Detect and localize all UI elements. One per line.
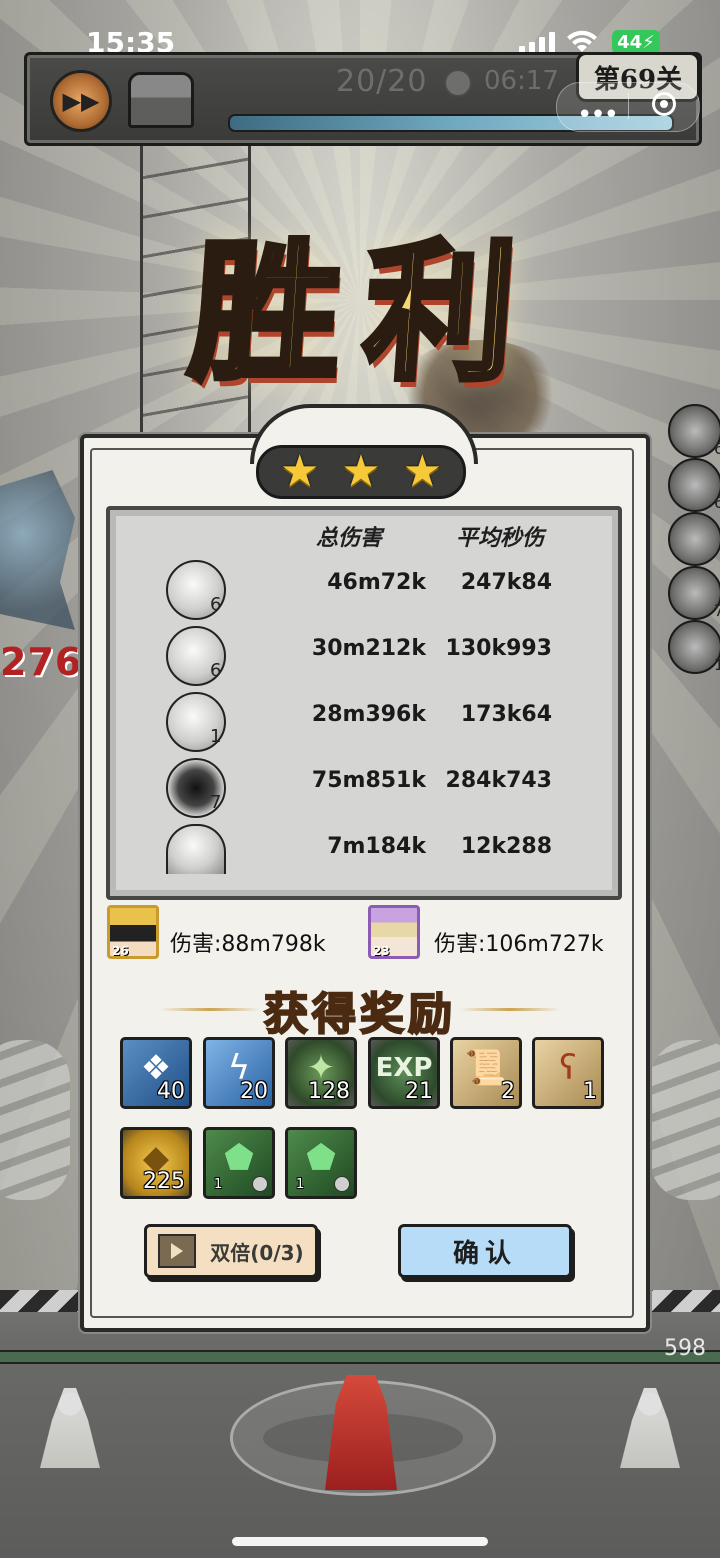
total-damage: 28m396k bbox=[311, 702, 426, 727]
hero-avatar-2: 23 bbox=[368, 905, 420, 959]
video-ad-icon bbox=[158, 1234, 197, 1268]
hero-damage: 伤害:88m798k bbox=[170, 932, 326, 957]
skill-level: 6 bbox=[210, 660, 222, 681]
side-skill-lightning: 1 bbox=[668, 620, 720, 674]
reward-qty: 1 bbox=[214, 1177, 223, 1192]
star-icon: ★ bbox=[341, 446, 381, 497]
home-indicator[interactable] bbox=[232, 1537, 488, 1546]
battery-level: 44 bbox=[617, 31, 643, 53]
confirm-label: 确认 bbox=[452, 1238, 517, 1269]
side-skill-level: 6 bbox=[713, 493, 720, 512]
enemy-count: 598 bbox=[664, 1336, 706, 1361]
total-damage: 7m184k bbox=[327, 834, 426, 859]
reward-qty: 20 bbox=[240, 1079, 268, 1104]
floating-damage-number: 276 bbox=[0, 640, 83, 684]
battery-indicator: 44 ⚡ bbox=[612, 30, 660, 54]
total-damage: 75m851k bbox=[311, 768, 426, 793]
reward-qty: 2 bbox=[501, 1079, 515, 1104]
avg-dps: 284k743 bbox=[445, 768, 552, 793]
total-damage: 30m212k bbox=[311, 636, 426, 661]
fast-forward-icon: ▶▶ bbox=[62, 87, 100, 115]
hero-level: 23 bbox=[373, 944, 390, 958]
reward-item[interactable]: 📜 2 bbox=[450, 1037, 522, 1109]
table-row: 7m184k 12k288 bbox=[106, 820, 614, 886]
double-reward-label: 双倍(0/3) bbox=[210, 1240, 304, 1265]
signal-icon bbox=[519, 32, 555, 54]
skill-level: 7 bbox=[210, 792, 222, 813]
side-skill-blackhole: 7 bbox=[668, 566, 720, 620]
rewards-title: 获得奖励 bbox=[263, 988, 456, 1041]
reward-item[interactable]: ❖ 40 bbox=[120, 1037, 192, 1109]
side-skill-level: 6 bbox=[713, 439, 720, 458]
avg-dps: 173k64 bbox=[460, 702, 552, 727]
defense-line bbox=[0, 1350, 720, 1364]
side-skill-whirlwind bbox=[668, 512, 720, 566]
star-icon: ★ bbox=[279, 446, 320, 497]
reward-qty: 21 bbox=[405, 1079, 433, 1104]
side-skill-ice: 6 bbox=[668, 458, 720, 512]
fast-forward-button[interactable]: ▶▶ bbox=[50, 70, 112, 132]
table-row: 1 28m396k 173k64 bbox=[106, 688, 614, 754]
reward-item[interactable]: EXP 21 bbox=[368, 1037, 440, 1109]
reward-item[interactable]: ⬟ 1 bbox=[285, 1127, 357, 1199]
table-row: 6 46m72k 247k84 bbox=[106, 556, 614, 622]
wave-decor-right bbox=[650, 1040, 720, 1200]
battle-timer: 06:17 bbox=[484, 66, 559, 96]
reward-qty: 40 bbox=[157, 1079, 185, 1104]
star-icon: ★ bbox=[402, 446, 443, 497]
reward-item[interactable]: ◆ 225 bbox=[120, 1127, 192, 1199]
wifi-icon bbox=[567, 30, 597, 52]
confirm-button[interactable]: 确认 bbox=[398, 1224, 572, 1278]
side-skill-tornado: 6 bbox=[668, 404, 720, 458]
hero-level: 26 bbox=[112, 944, 129, 958]
avg-dps: 130k993 bbox=[445, 636, 552, 661]
treasure-chest-icon[interactable] bbox=[128, 72, 194, 128]
header-avg-dps: 平均秒伤 bbox=[456, 525, 545, 551]
green-gem-icon: ⬟ bbox=[224, 1138, 254, 1178]
star-rating: ★ ★ ★ bbox=[256, 445, 466, 499]
reward-item[interactable]: ϟ 20 bbox=[203, 1037, 275, 1109]
wave-progress: 20/20 bbox=[336, 64, 428, 99]
more-menu-button[interactable]: ••• bbox=[577, 100, 619, 130]
ice-crystal-decor bbox=[0, 470, 75, 630]
capsule-divider bbox=[628, 93, 629, 119]
side-skill-level: 1 bbox=[713, 655, 720, 674]
close-miniprogram-button[interactable] bbox=[652, 92, 676, 116]
reward-item[interactable]: ʕ 1 bbox=[532, 1037, 604, 1109]
total-damage: 46m72k bbox=[327, 570, 426, 595]
hero-avatar-1: 26 bbox=[107, 905, 159, 959]
avg-dps: 247k84 bbox=[460, 570, 552, 595]
reward-item[interactable]: ⬟ 1 bbox=[203, 1127, 275, 1199]
reward-qty: 225 bbox=[143, 1169, 185, 1194]
item-type-badge bbox=[334, 1176, 350, 1192]
clock-icon bbox=[444, 69, 472, 97]
reward-item[interactable]: ✦ 128 bbox=[285, 1037, 357, 1109]
lightning-icon bbox=[166, 824, 226, 874]
wave-decor-left bbox=[0, 1040, 70, 1200]
avg-dps: 12k288 bbox=[460, 834, 552, 859]
reward-qty: 1 bbox=[296, 1177, 305, 1192]
skill-level: 6 bbox=[210, 594, 222, 615]
victory-title: 胜利 bbox=[182, 222, 548, 404]
double-reward-button[interactable]: 双倍(0/3) bbox=[144, 1224, 318, 1278]
item-type-badge bbox=[252, 1176, 268, 1192]
reward-qty: 1 bbox=[583, 1079, 597, 1104]
hero-damage: 伤害:106m727k bbox=[434, 932, 604, 957]
side-skill-level: 7 bbox=[713, 601, 720, 620]
table-row: 7 75m851k 284k743 bbox=[106, 754, 614, 820]
header-total-damage: 总伤害 bbox=[316, 525, 383, 551]
table-row: 6 30m212k 130k993 bbox=[106, 622, 614, 688]
reward-qty: 128 bbox=[308, 1079, 350, 1104]
skill-level: 1 bbox=[210, 726, 222, 747]
green-gem-icon: ⬟ bbox=[306, 1138, 336, 1178]
